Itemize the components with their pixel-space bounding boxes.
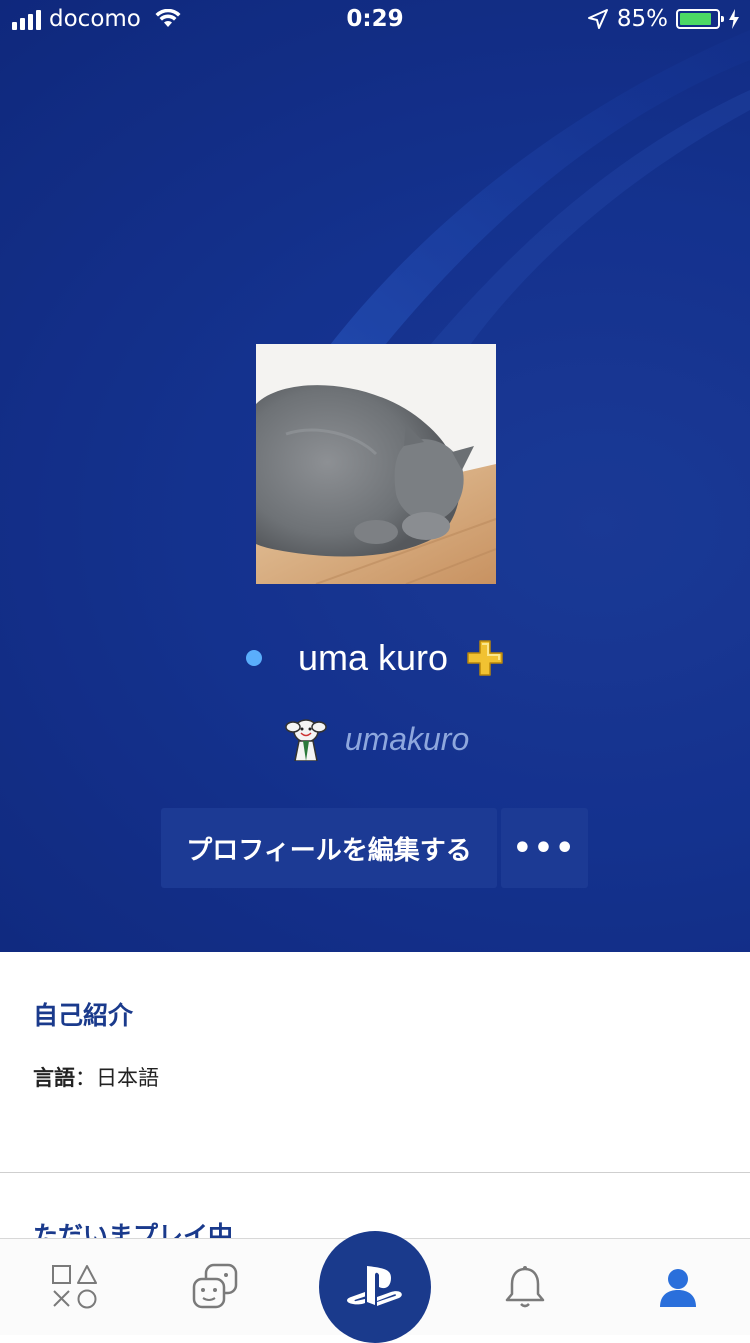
language-row: 言語：日本語	[33, 1062, 159, 1092]
online-id: umakuro	[344, 720, 470, 757]
language-separator: ：	[75, 1066, 96, 1090]
battery-icon	[676, 9, 724, 29]
language-label: 言語	[33, 1066, 75, 1090]
online-status-dot	[245, 650, 262, 666]
tab-profile[interactable]	[603, 1239, 750, 1335]
online-id-avatar-icon	[285, 719, 327, 761]
battery-level	[680, 13, 711, 25]
display-name: uma kuro	[297, 637, 449, 678]
profile-avatar[interactable]	[256, 344, 496, 584]
tab-friends[interactable]	[140, 1239, 290, 1335]
more-dots-icon: •••	[512, 830, 577, 866]
status-bar: docomo 0:29 85%	[0, 0, 750, 40]
playstation-logo-icon	[347, 1266, 402, 1306]
edit-profile-button[interactable]: プロフィールを編集する	[161, 808, 497, 888]
profile-icon	[660, 1269, 696, 1307]
playstation-home-button[interactable]	[319, 1231, 431, 1343]
tab-notifications[interactable]	[450, 1239, 600, 1335]
cat-photo	[256, 344, 496, 584]
battery-percent: 85%	[616, 6, 668, 32]
more-options-button[interactable]: •••	[501, 808, 588, 888]
about-section-title: 自己紹介	[33, 1001, 134, 1030]
tab-games[interactable]	[0, 1239, 150, 1335]
friends-icon	[192, 1263, 238, 1309]
location-arrow-icon	[587, 9, 608, 29]
games-shapes-icon	[52, 1265, 97, 1309]
section-divider	[0, 1172, 750, 1173]
charging-bolt-icon	[729, 9, 739, 29]
bell-icon	[505, 1266, 545, 1308]
ps-plus-icon	[467, 640, 503, 676]
language-value: 日本語	[96, 1066, 159, 1090]
